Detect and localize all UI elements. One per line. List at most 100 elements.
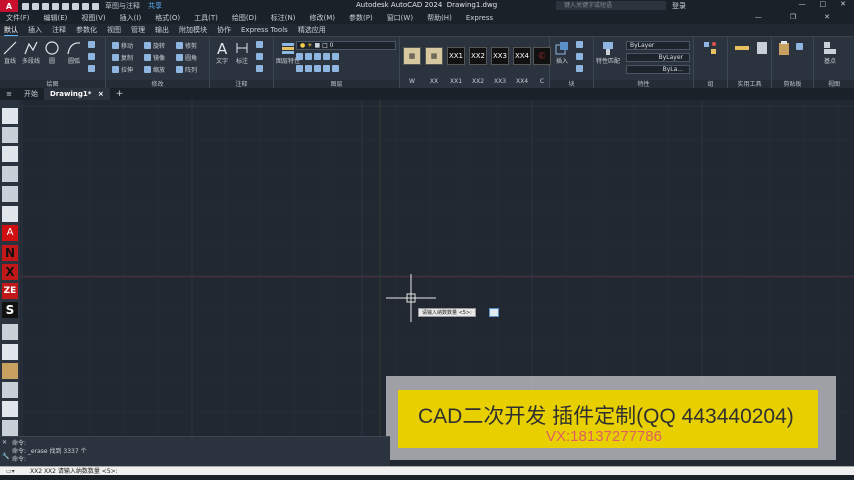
new-tab-icon[interactable]: + xyxy=(110,89,130,99)
calculator-button[interactable] xyxy=(754,40,770,56)
circle-button[interactable]: 圆 xyxy=(44,40,60,65)
workspace-switcher[interactable]: 草图与注释 xyxy=(105,1,140,11)
menu-draw[interactable]: 绘图(D) xyxy=(232,13,257,23)
redo-icon[interactable] xyxy=(92,2,99,10)
rectangle-tool[interactable] xyxy=(88,41,95,48)
match-properties-button[interactable]: 特性匹配 xyxy=(596,40,620,65)
tab-output[interactable]: 输出 xyxy=(155,25,169,35)
insert-block-button[interactable]: 插入 xyxy=(554,40,570,65)
autocad-logo-icon[interactable]: A xyxy=(0,0,18,12)
leader-tool[interactable] xyxy=(256,41,263,48)
trim-tool[interactable]: 修剪 xyxy=(176,41,197,50)
tab-collaborate[interactable]: 协作 xyxy=(217,25,231,35)
custom-xx3-button[interactable]: XX3 xyxy=(491,47,509,65)
menu-dimension[interactable]: 标注(N) xyxy=(271,13,296,23)
polyline-button[interactable]: 多段线 xyxy=(22,40,40,65)
n-tool-icon[interactable]: N xyxy=(2,245,18,261)
new-file-tool-icon[interactable] xyxy=(2,108,18,124)
close-command-icon[interactable]: ✕ xyxy=(2,439,7,446)
x-tool-icon[interactable]: X xyxy=(2,264,18,280)
cut-tool-icon[interactable] xyxy=(2,324,18,340)
paste-tool-icon[interactable] xyxy=(2,363,18,379)
custom-w-button[interactable]: ▦ xyxy=(403,47,421,65)
menu-window[interactable]: 窗口(W) xyxy=(387,13,413,23)
move-tool[interactable]: 移动 xyxy=(112,41,133,50)
color-dropdown[interactable]: ByLayer xyxy=(626,41,690,50)
mirror-tool[interactable]: 镜像 xyxy=(144,53,165,62)
custom-xx4-button[interactable]: XX4 xyxy=(513,47,531,65)
layer-tools-row2[interactable] xyxy=(296,65,339,72)
fillet-tool[interactable]: 圆角 xyxy=(176,53,197,62)
match-tool-icon[interactable] xyxy=(2,382,18,398)
menu-help[interactable]: 帮助(H) xyxy=(427,13,452,23)
custom-xx-button[interactable]: ▦ xyxy=(425,47,443,65)
menu-edit[interactable]: 编辑(E) xyxy=(44,13,68,23)
create-block-tool[interactable] xyxy=(576,41,583,48)
hand-tool-icon[interactable] xyxy=(2,420,18,436)
z-tool-icon[interactable]: ZE xyxy=(2,283,18,299)
s-tool-icon[interactable]: S xyxy=(2,302,18,318)
save-icon[interactable] xyxy=(42,2,49,10)
custom-xx1-button[interactable]: XX1 xyxy=(447,47,465,65)
base-view-button[interactable]: 基点 xyxy=(822,40,838,65)
new-icon[interactable] xyxy=(22,2,29,10)
hatch-tool[interactable] xyxy=(88,53,95,60)
tab-insert[interactable]: 插入 xyxy=(28,25,42,35)
search-input[interactable]: 键入关键字或短语 xyxy=(556,1,666,10)
tab-drawing1[interactable]: Drawing1* × xyxy=(44,88,110,100)
region-tool[interactable] xyxy=(88,65,95,72)
close-icon[interactable]: ✕ xyxy=(840,0,846,8)
menu-parametric[interactable]: 参数(P) xyxy=(349,13,373,23)
brush-tool-icon[interactable] xyxy=(2,401,18,417)
doc-minimize-icon[interactable]: — xyxy=(755,13,762,21)
text-button[interactable]: A 文字 xyxy=(214,40,230,65)
menu-format[interactable]: 格式(O) xyxy=(155,13,180,23)
tab-featured-apps[interactable]: 精选应用 xyxy=(298,25,326,35)
maximize-icon[interactable]: □ xyxy=(820,0,827,8)
custom-c-button[interactable]: Ⓒ xyxy=(533,47,551,65)
measure-button[interactable] xyxy=(734,40,750,56)
menu-file[interactable]: 文件(F) xyxy=(6,13,30,23)
customize-command-icon[interactable]: 🔧 xyxy=(2,453,9,460)
undo-icon[interactable] xyxy=(82,2,89,10)
tab-express-tools[interactable]: Express Tools xyxy=(241,26,288,34)
rotate-tool[interactable]: 旋转 xyxy=(144,41,165,50)
scale-tool[interactable]: 缩放 xyxy=(144,65,165,74)
share-button[interactable]: 共享 xyxy=(148,1,162,11)
markup-tool[interactable] xyxy=(256,65,263,72)
stretch-tool[interactable]: 拉伸 xyxy=(112,65,133,74)
doc-restore-icon[interactable]: ❐ xyxy=(790,13,796,21)
hamburger-menu-icon[interactable]: ≡ xyxy=(0,90,18,98)
copy-tool[interactable]: 复制 xyxy=(112,53,133,62)
menu-tools[interactable]: 工具(T) xyxy=(194,13,218,23)
copy-clip-tool[interactable] xyxy=(796,43,803,50)
layer-dropdown[interactable]: ● ☀ ■ □ 0 xyxy=(296,41,396,50)
open-icon[interactable] xyxy=(32,2,39,10)
dynamic-input-field[interactable] xyxy=(489,308,499,317)
custom-xx2-button[interactable]: XX2 xyxy=(469,47,487,65)
edit-attributes-tool[interactable] xyxy=(576,65,583,72)
table-tool[interactable] xyxy=(256,53,263,60)
print-tool-icon[interactable] xyxy=(2,166,18,182)
tab-addins[interactable]: 附加模块 xyxy=(179,25,207,35)
dimension-button[interactable]: 标注 xyxy=(234,40,250,65)
preview-tool-icon[interactable] xyxy=(2,206,18,222)
minimize-icon[interactable]: — xyxy=(799,0,806,8)
web-mobile-icon[interactable] xyxy=(62,2,69,10)
tab-manage[interactable]: 管理 xyxy=(131,25,145,35)
login-button[interactable]: 登录 xyxy=(672,1,686,11)
layer-tools-row1[interactable] xyxy=(296,53,339,60)
copy-tool-icon[interactable] xyxy=(2,344,18,360)
save-as-icon[interactable] xyxy=(52,2,59,10)
autocad-a-tool-icon[interactable]: A xyxy=(2,225,18,241)
tab-view[interactable]: 视图 xyxy=(107,25,121,35)
edit-block-tool[interactable] xyxy=(576,53,583,60)
command-line[interactable]: ▭▾ XX2 XX2 请输入纳数数量 <5>: xyxy=(0,466,854,475)
group-button[interactable] xyxy=(702,40,718,56)
line-button[interactable]: 直线 xyxy=(2,40,18,65)
tab-parametric[interactable]: 参数化 xyxy=(76,25,97,35)
menu-express[interactable]: Express xyxy=(466,14,493,22)
arc-button[interactable]: 圆弧 xyxy=(66,40,82,65)
menu-view[interactable]: 视图(V) xyxy=(81,13,105,23)
close-tab-icon[interactable]: × xyxy=(98,90,104,98)
